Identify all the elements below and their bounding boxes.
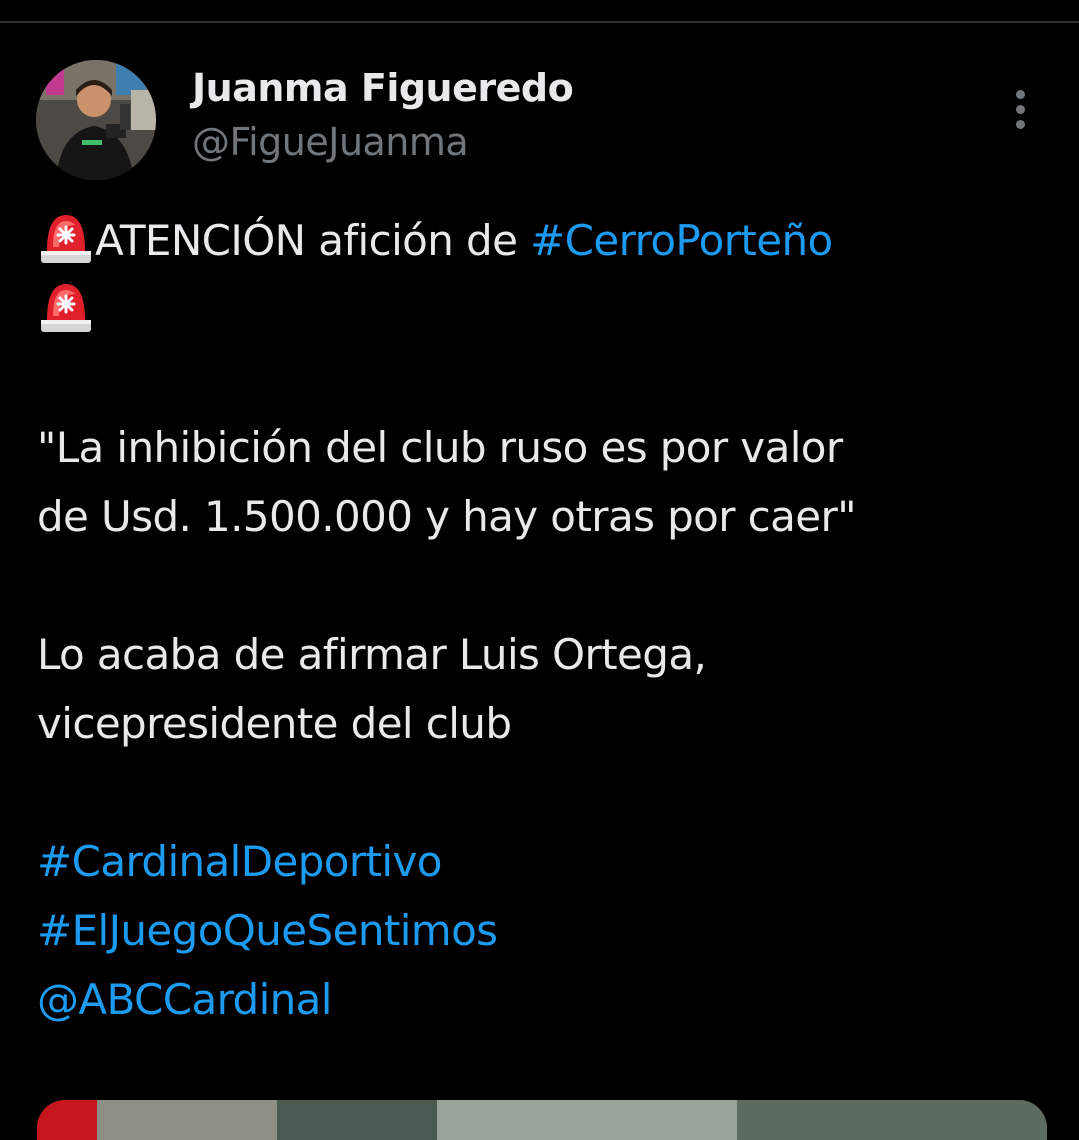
top-divider: [0, 21, 1079, 23]
author-display-name[interactable]: Juanma Figueredo: [192, 66, 574, 110]
hashtag-cerro-porteno-link[interactable]: #CerroPorteño: [530, 216, 833, 265]
more-options-button[interactable]: [1000, 84, 1040, 134]
hashtag-el-juego-que-sentimos-link[interactable]: #ElJuegoQueSentimos: [37, 896, 1047, 965]
author-handle[interactable]: @FigueJuanma: [192, 120, 469, 164]
quote-line-1: "La inhibición del club ruso es por valo…: [37, 423, 843, 472]
tweet-line-1: ATENCIÓN afición de #CerroPorteño: [37, 206, 1047, 275]
statement-line-2: vicepresidente del club: [37, 699, 512, 748]
tweet-line-1-text: ATENCIÓN afición de: [95, 216, 531, 265]
avatar[interactable]: [36, 60, 156, 180]
tweet-line-2: [37, 275, 1047, 344]
quote-line-2: de Usd. 1.500.000 y hay otras por caer": [37, 492, 857, 541]
statement-line-1: Lo acaba de afirmar Luis Ortega,: [37, 630, 707, 679]
police-car-light-icon: [41, 284, 91, 332]
police-car-light-icon: [41, 215, 91, 263]
tweet-text: ATENCIÓN afición de #CerroPorteño "La in…: [37, 206, 1047, 1034]
avatar-photo: [36, 60, 156, 180]
media-preview-image[interactable]: [37, 1100, 1047, 1140]
hashtag-cardinal-deportivo-link[interactable]: #CardinalDeportivo: [37, 827, 1047, 896]
mention-abc-cardinal-link[interactable]: @ABCCardinal: [37, 965, 1047, 1034]
